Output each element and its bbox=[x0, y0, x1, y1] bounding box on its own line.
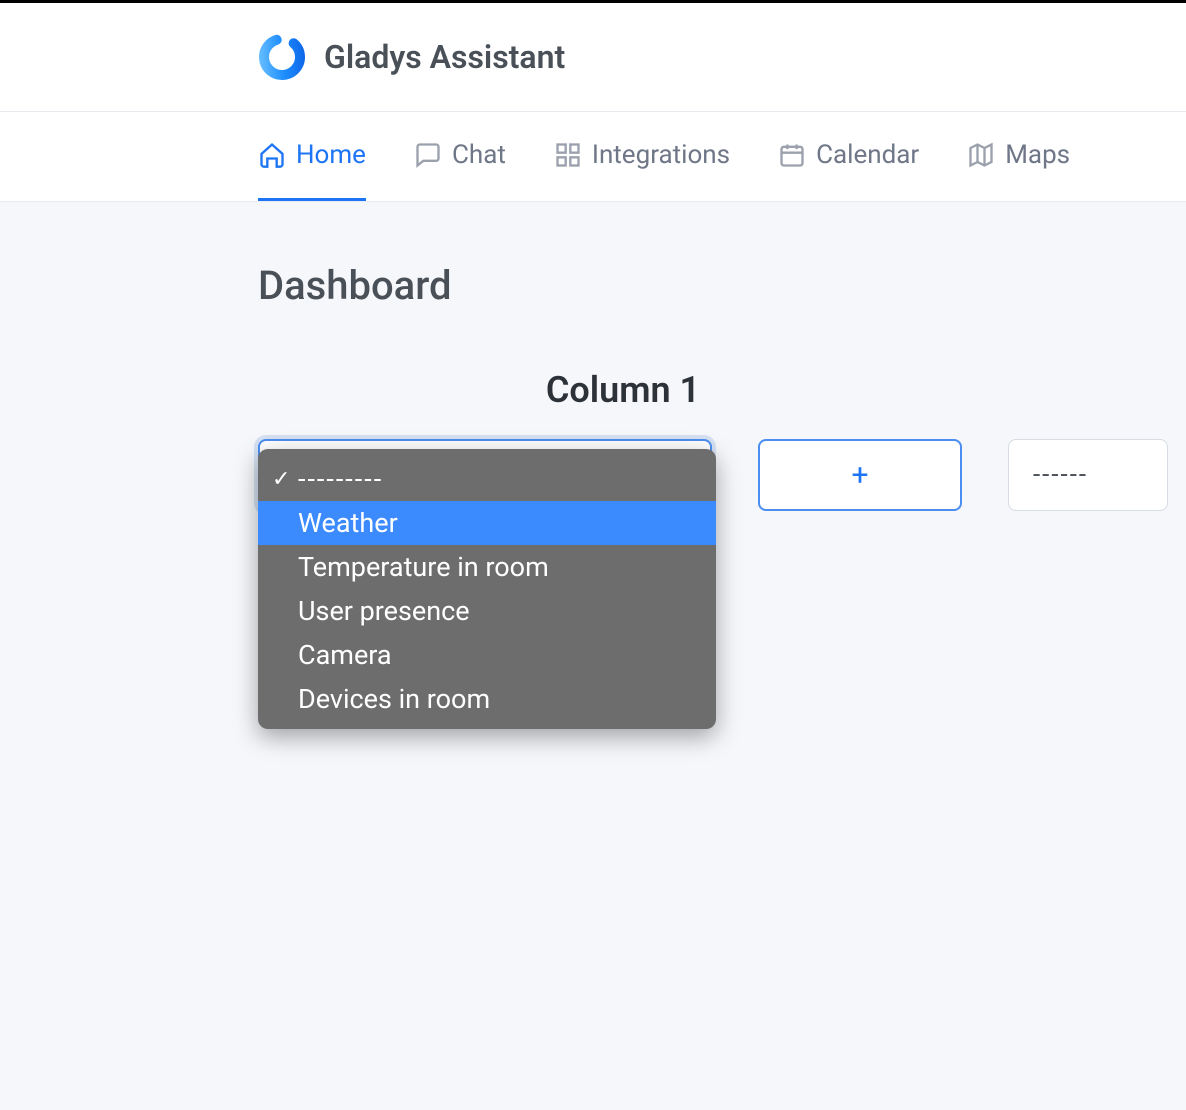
column-header: Column 1 bbox=[258, 369, 988, 411]
grid-icon bbox=[554, 141, 582, 169]
nav-calendar[interactable]: Calendar bbox=[778, 112, 919, 201]
dropdown-option-temperature[interactable]: Temperature in room bbox=[258, 545, 716, 589]
dropdown-option-weather[interactable]: Weather bbox=[258, 501, 716, 545]
widget-row: --------- Weather Temperature in room Us… bbox=[258, 439, 1186, 511]
widget-type-dropdown: --------- Weather Temperature in room Us… bbox=[258, 449, 716, 729]
add-widget-button[interactable]: + bbox=[758, 439, 962, 511]
chat-icon bbox=[414, 141, 442, 169]
main-nav: Home Chat Integrations Calendar Maps bbox=[0, 112, 1186, 202]
page-content: Dashboard Column 1 --------- Weather Tem… bbox=[0, 202, 1186, 511]
plus-icon: + bbox=[851, 458, 868, 493]
map-icon bbox=[967, 141, 995, 169]
calendar-icon bbox=[778, 141, 806, 169]
nav-home[interactable]: Home bbox=[258, 112, 366, 201]
home-icon bbox=[258, 141, 286, 169]
app-logo-icon bbox=[258, 33, 306, 81]
dropdown-option-presence[interactable]: User presence bbox=[258, 589, 716, 633]
nav-maps[interactable]: Maps bbox=[967, 112, 1070, 201]
column-title: Column 1 bbox=[258, 369, 988, 411]
dropdown-option-placeholder[interactable]: --------- bbox=[258, 457, 716, 501]
nav-chat-label: Chat bbox=[452, 140, 506, 170]
next-column-placeholder: ------ bbox=[1033, 460, 1088, 490]
nav-calendar-label: Calendar bbox=[816, 140, 919, 170]
dropdown-option-devices[interactable]: Devices in room bbox=[258, 677, 716, 721]
nav-maps-label: Maps bbox=[1005, 140, 1070, 170]
page-title: Dashboard bbox=[258, 262, 1186, 309]
nav-home-label: Home bbox=[296, 140, 366, 170]
app-header: Gladys Assistant bbox=[0, 3, 1186, 112]
app-title: Gladys Assistant bbox=[324, 38, 565, 76]
nav-integrations-label: Integrations bbox=[592, 140, 730, 170]
widget-type-select-wrap: --------- Weather Temperature in room Us… bbox=[258, 439, 712, 511]
nav-integrations[interactable]: Integrations bbox=[554, 112, 730, 201]
next-column-select[interactable]: ------ bbox=[1008, 439, 1168, 511]
nav-chat[interactable]: Chat bbox=[414, 112, 506, 201]
dropdown-option-camera[interactable]: Camera bbox=[258, 633, 716, 677]
